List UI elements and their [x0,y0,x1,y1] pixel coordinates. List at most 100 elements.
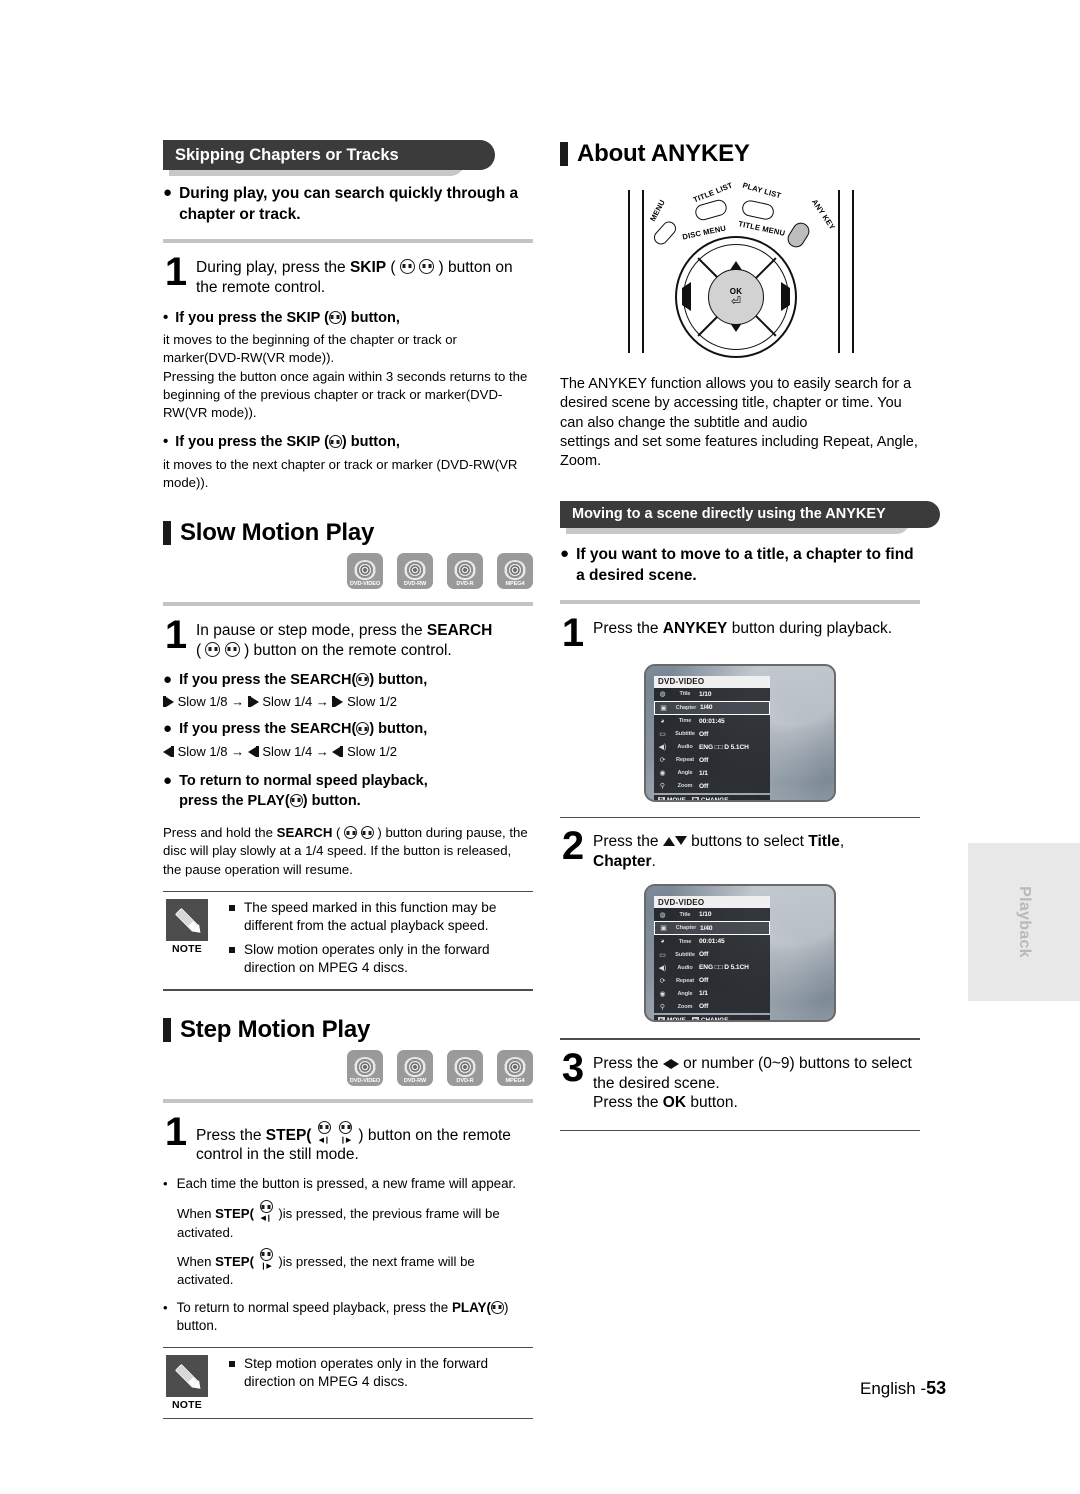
remote-anykey-button[interactable] [784,219,813,251]
step-number: 1 [164,249,187,294]
osd-row-angle[interactable]: ◉ Angle 1/1 [654,987,770,1001]
note-bullet-icon [229,905,235,912]
step-rev-icon [171,745,174,757]
search-rev-key-icon [344,826,358,840]
osd-row-value: 1/10 [699,690,712,698]
osd-row-value: 1/10 [699,911,712,919]
zoom-icon: ⚲ [659,783,666,791]
osd-row-repeat[interactable]: ⟳ Repeat Off [654,753,770,767]
osd-row-subtitle[interactable]: ▭ Subtitle Off [654,727,770,741]
slow-forward-value-1: Slow 1/8 [177,694,228,710]
disc-badge-dvd-video: DVD-VIDEO [347,1049,383,1086]
step-text-post: ) button on the remote control. [244,641,452,659]
note-pencil-icon [166,899,208,942]
osd-row-title[interactable]: ◍ Title 1/10 [654,687,770,701]
subtitle-icon: ▭ [659,731,666,739]
osd-row-value: 1/40 [700,704,713,712]
dpad-up-arrow-icon[interactable] [730,244,742,270]
search-fwd-key-icon [360,826,374,840]
remote-menu-button[interactable] [651,218,679,248]
slow-reverse-value-3: Slow 1/2 [347,743,397,759]
osd-row-value: Off [699,756,709,764]
audio-icon: ◀) [658,964,667,972]
slow-reverse-sequence: Slow 1/8 → Slow 1/4 → Slow 1/2 [163,744,533,759]
osd-change-hint: ⇆ CHANGE [691,1017,729,1023]
detail-pre: When [177,1206,212,1222]
chapter-keyword: Chapter [593,852,652,870]
osd-row-time[interactable]: ◕ Time 00:01:45 [654,714,770,728]
dpad-right-arrow-icon[interactable] [781,282,790,311]
remote-ok-button[interactable]: OK ⏎ [708,269,764,325]
step-text: Press the ANYKEY button during playback. [593,616,892,639]
remote-play-list-button[interactable] [740,198,776,222]
paragraph-pre: Press and hold the [163,825,273,841]
osd-change-hint: ⇆ CHANGE [691,796,729,802]
note-item: Step motion operates only in the forward… [229,1355,533,1392]
skip-prev-heading: • If you press the SKIP () button, [163,309,533,329]
chapter-icon: ▣ [660,925,667,933]
divider [560,1130,920,1132]
anykey-keyword: ANYKEY [662,620,728,638]
osd-row-chapter[interactable]: ▣ Chapter 1/40 [654,700,770,715]
step-number: 3 [561,1045,584,1090]
dpad-left-arrow-icon[interactable] [682,282,691,311]
osd-row-time[interactable]: ◕ Time 00:01:45 [654,935,770,949]
osd-row-label: Angle [677,990,693,997]
step-number: 1 [164,1109,187,1154]
slow-forward-value-3: Slow 1/2 [347,694,397,710]
osd-row-audio[interactable]: ◀) Audio ENG □□ D 5.1CH [654,961,770,975]
remote-edge-line [852,190,854,353]
disc-glyph-icon [354,560,376,581]
intro-bullet-text: During play, you can search quickly thro… [179,185,519,223]
updown-key-icon: ⇅ [658,796,665,802]
osd-row-label: Title [679,691,691,698]
page-footer: English -53 [860,1378,946,1399]
bullet-dot-icon: ● [163,670,173,688]
step-3-anykey: 3 Press the or number (0~9) buttons to s… [560,1045,920,1113]
osd-row-audio[interactable]: ◀) Audio ENG □□ D 5.1CH [654,740,770,754]
osd-move-hint: ⇅ MOVE [658,796,686,802]
osd-row-label: Time [678,718,692,725]
title-icon: ◍ [659,911,666,919]
skip-prev-key-icon [328,310,342,324]
divider [163,238,533,243]
right-column: About ANYKEY MENU TITLE LIST PLAY LIST A… [560,140,940,1142]
dpad-spoke [736,296,777,337]
play-fwd-icon [250,697,259,708]
osd-row-repeat[interactable]: ⟳ Repeat Off [654,974,770,988]
bullet-dot-icon: ● [163,184,173,201]
heading-slow-motion-play: Slow Motion Play [163,519,533,547]
bullet-dot-icon: • [163,433,169,451]
step-text-pre: During play, press the [196,258,346,276]
dpad-down-arrow-icon[interactable] [730,323,742,350]
step-text: During play, press the SKIP ( ) button o… [196,258,513,296]
step-text-mid: buttons to select [691,832,804,850]
manual-page: Playback Skipping Chapters or Tracks ● D… [0,0,1080,1494]
osd-row-subtitle[interactable]: ▭ Subtitle Off [654,948,770,962]
search-rev-key-icon [205,641,221,657]
disc-label: MPEG4 [505,581,525,588]
osd-row-title[interactable]: ◍ Title 1/10 [654,908,770,922]
right-arrow-icon [670,1058,679,1069]
step-1-skip: 1 During play, press the SKIP ( ) button… [163,249,533,298]
step-text: Press the STEP( ◀❙ ❙▶ ) button on the re… [196,1115,533,1165]
osd-row-value: ENG □□ D 5.1CH [699,743,749,751]
osd-row-label: Repeat [675,757,695,764]
osd-row-zoom[interactable]: ⚲ Zoom Off [654,779,770,793]
down-arrow-icon [674,835,687,845]
slow-reverse-heading: ● If you press the SEARCH() button, [163,720,533,740]
osd-row-chapter[interactable]: ▣ Chapter 1/40 [654,921,770,936]
section-tab-playback: Playback [968,843,1080,1001]
osd-footer: ⇅ MOVE ⇆ CHANGE [654,1015,770,1023]
osd-row-zoom[interactable]: ⚲ Zoom Off [654,1000,770,1014]
bullet-dot-icon: • [163,1299,168,1315]
step-text-pre: Press the [593,620,659,638]
slow-return-line2-post: ) button. [302,792,361,809]
osd-row-angle[interactable]: ◉ Angle 1/1 [654,766,770,780]
note-bullet-icon [229,1361,235,1368]
remote-dpad[interactable]: OK ⏎ [675,236,797,358]
note-block-step-motion: NOTE Step motion operates only in the fo… [163,1346,533,1420]
step-text-pre: Press the [593,832,659,850]
note-label: NOTE [172,943,202,956]
disc-badge-dvd-rw: DVD-RW [397,1049,433,1086]
